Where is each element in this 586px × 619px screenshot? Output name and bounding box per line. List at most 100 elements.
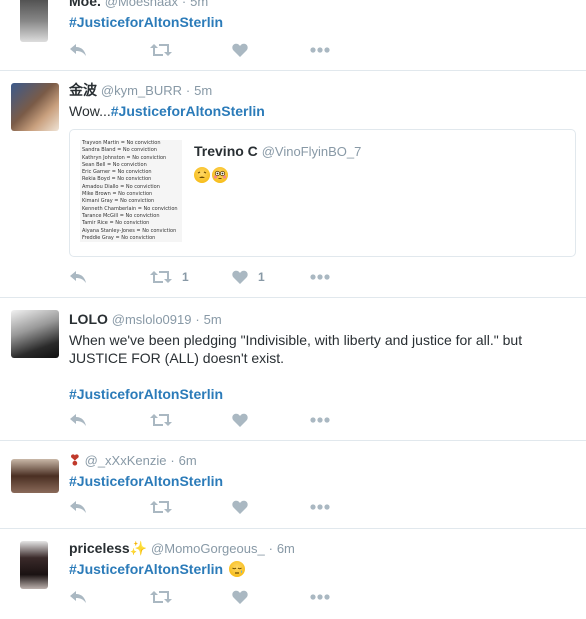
quoted-username: @VinoFlyinBO_7 [261,144,362,159]
timestamp[interactable]: 5m [190,0,208,9]
more-options-button[interactable] [310,587,330,607]
like-button[interactable] [232,587,258,607]
more-options-button[interactable] [310,497,330,517]
hashtag-link[interactable]: #JusticeforAltonSterlin [69,386,223,402]
retweet-button[interactable] [150,587,182,607]
like-button[interactable]: 1 [232,267,265,287]
quoted-tweet-text [194,167,361,183]
username[interactable]: @kym_BURR [101,83,182,98]
more-icon [310,504,330,510]
retweet-button[interactable]: 1 [150,267,189,287]
tweet[interactable]: ❣ @_xXxKenzie · 6m #JusticeforAltonSterl… [0,441,586,529]
flushed-face-emoji-icon [212,167,228,183]
heart-icon [232,590,248,604]
tweet-header: priceless✨ @MomoGorgeous_ · 6m [69,539,576,558]
reply-button[interactable] [69,587,87,607]
display-name[interactable]: LOLO [69,311,108,327]
timestamp[interactable]: 6m [179,453,197,468]
timestamp[interactable]: 5m [194,83,212,98]
tweet-text: #JusticeforAltonSterlin [69,472,576,490]
display-name[interactable]: priceless✨ [69,540,147,556]
retweet-icon [150,591,172,603]
more-options-button[interactable] [310,40,330,60]
avatar[interactable] [20,541,48,589]
reply-button[interactable] [69,497,87,517]
quoted-image-text-line: Freddie Gray = No conviction [82,234,156,241]
separator-dot: · [195,312,200,327]
quoted-image-text-line: Tarance McGill = No conviction [82,212,160,219]
hashtag-link[interactable]: #JusticeforAltonSterlin [69,473,223,489]
avatar[interactable] [11,310,59,358]
heart-icon [232,413,248,427]
weary-face-emoji-icon [194,167,210,183]
display-name[interactable]: 金波 [69,82,97,98]
username[interactable]: @Moeshaax [105,0,178,9]
retweet-icon [150,44,172,56]
reply-button[interactable] [69,410,87,430]
quoted-image-text-line: Tamir Rice = No conviction [82,220,150,227]
retweet-icon [150,271,172,283]
tweet-text: #JusticeforAltonSterlin [69,13,576,31]
quoted-image-text-line: Mike Brown = No conviction [82,191,153,198]
reply-icon [70,44,86,56]
timestamp[interactable]: 5m [204,312,222,327]
tweet-text-plain: Wow... [69,103,111,119]
quoted-tweet[interactable]: Trayvon Martin = No conviction Sandra Bla… [69,129,576,257]
quoted-tweet-image[interactable]: Trayvon Martin = No conviction Sandra Bla… [80,140,182,242]
username[interactable]: @_xXxKenzie [85,453,167,468]
more-icon [310,47,330,53]
reply-button[interactable] [69,267,87,287]
tweet[interactable]: Moe. @Moeshaax · 5m #JusticeforAltonSter… [0,0,586,71]
retweet-count: 1 [182,270,189,284]
retweet-icon [150,414,172,426]
reply-button[interactable] [69,40,87,60]
sleepy-face-emoji-icon [228,561,245,577]
retweet-button[interactable] [150,40,182,60]
more-icon [310,594,330,600]
heart-icon [232,500,248,514]
tweet[interactable]: 金波 @kym_BURR · 5m Wow...#JusticeforAlton… [0,71,586,298]
quoted-image-text-line: Kimani Gray = No conviction [82,198,155,205]
tweet-header: Moe. @Moeshaax · 5m [69,0,576,11]
hashtag-link[interactable]: #JusticeforAltonSterlin [69,561,223,577]
reply-icon [70,414,86,426]
more-icon [310,417,330,423]
hashtag-link[interactable]: #JusticeforAltonSterlin [111,103,265,119]
quoted-image-text-line: Sandra Bland = No conviction [82,147,157,154]
like-button[interactable] [232,497,258,517]
more-options-button[interactable] [310,267,330,287]
avatar[interactable] [11,83,59,131]
display-name[interactable]: Moe. [69,0,101,9]
reply-icon [70,501,86,513]
quoted-image-text-line: Eric Garner = No conviction [82,169,152,176]
retweet-button[interactable] [150,410,182,430]
quoted-image-text-line: Amadou Diallo = No conviction [82,183,160,190]
retweet-button[interactable] [150,497,182,517]
username[interactable]: @MomoGorgeous_ [151,541,265,556]
tweet[interactable]: LOLO @mslolo0919 · 5m When we've been pl… [0,298,586,441]
like-button[interactable] [232,410,258,430]
avatar[interactable] [11,459,59,493]
separator-dot: · [268,541,273,556]
quoted-tweet-header: Trevino C @VinoFlyinBO_7 [194,142,361,161]
reply-icon [70,271,86,283]
display-name[interactable]: ❣ [69,452,81,468]
quoted-display-name: Trevino C [194,143,258,159]
tweet[interactable]: priceless✨ @MomoGorgeous_ · 6m #Justicef… [0,529,586,619]
more-options-button[interactable] [310,410,330,430]
separator-dot: · [181,0,187,9]
avatar[interactable] [20,0,48,42]
quoted-image-text-line: Trayvon Martin = No conviction [82,140,161,146]
username[interactable]: @mslolo0919 [112,312,192,327]
hashtag-link[interactable]: #JusticeforAltonSterlin [69,14,223,30]
reply-icon [70,591,86,603]
like-button[interactable] [232,40,258,60]
tweet-header: ❣ @_xXxKenzie · 6m [69,451,576,470]
tweet-header: LOLO @mslolo0919 · 5m [69,310,576,329]
tweet-text: Wow...#JusticeforAltonSterlin [69,102,576,120]
timestamp[interactable]: 6m [277,541,295,556]
like-count: 1 [258,270,265,284]
tweet-header: 金波 @kym_BURR · 5m [69,81,576,100]
quoted-image-text-line: Kenneth Chamberlain = No conviction [82,205,178,212]
tweet-hashtag-line: #JusticeforAltonSterlin [69,385,576,403]
